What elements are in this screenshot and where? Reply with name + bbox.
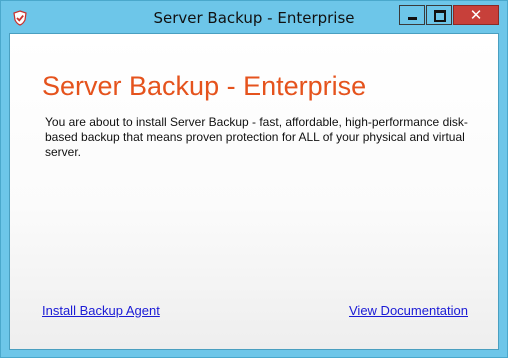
title-bar[interactable]: Server Backup - Enterprise ✕ bbox=[1, 1, 507, 33]
maximize-button[interactable] bbox=[426, 5, 452, 25]
page-title: Server Backup - Enterprise bbox=[42, 71, 367, 101]
install-backup-agent-link[interactable]: Install Backup Agent bbox=[42, 303, 160, 318]
minimize-icon bbox=[408, 17, 417, 20]
close-icon: ✕ bbox=[469, 6, 483, 24]
installer-window: Server Backup - Enterprise ✕ Server Back… bbox=[0, 0, 508, 358]
minimize-button[interactable] bbox=[399, 5, 425, 25]
close-button[interactable]: ✕ bbox=[453, 5, 499, 25]
content-panel: Server Backup - Enterprise You are about… bbox=[9, 33, 499, 350]
view-documentation-link[interactable]: View Documentation bbox=[349, 303, 468, 318]
description-text: You are about to install Server Backup -… bbox=[45, 115, 468, 159]
maximize-icon bbox=[434, 10, 446, 22]
